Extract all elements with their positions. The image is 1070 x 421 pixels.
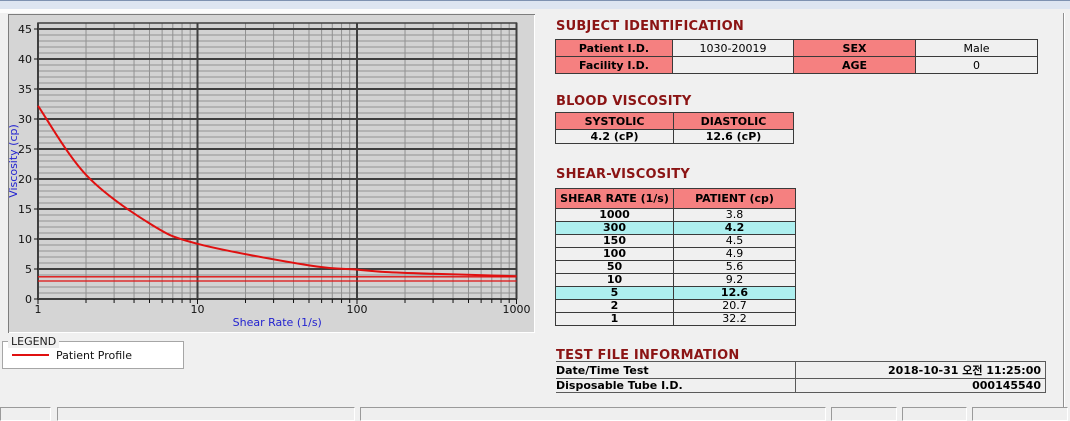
toolbar-strip [0, 9, 510, 13]
svg-text:30: 30 [18, 113, 32, 126]
shear-rate-cell: 100 [556, 248, 674, 261]
patient-value-cell: 5.6 [674, 261, 796, 274]
shear-rate-cell: 150 [556, 235, 674, 248]
status-panel-6 [972, 407, 1068, 421]
right-panel-divider [1063, 13, 1065, 407]
table-row: Facility I.D. AGE 0 [556, 57, 1038, 74]
svg-text:5: 5 [25, 263, 32, 276]
patient-value-cell: 4.2 [674, 222, 796, 235]
shear-viscosity-title: SHEAR-VISCOSITY [556, 167, 690, 182]
patient-value-cell: 9.2 [674, 274, 796, 287]
legend-title: LEGEND [8, 335, 59, 348]
svg-text:20: 20 [18, 173, 32, 186]
svg-text:1: 1 [35, 303, 42, 316]
systolic-header: SYSTOLIC [556, 113, 674, 130]
disposable-tube-id-label: Disposable Tube I.D. [556, 379, 796, 393]
subject-identification-table: Patient I.D. 1030-20019 SEX Male Facilit… [555, 39, 1038, 74]
shear-rate-cell: 1 [556, 313, 674, 326]
shear-row: 10003.8 [556, 209, 796, 222]
patient-value-cell: 4.9 [674, 248, 796, 261]
shear-row: 505.6 [556, 261, 796, 274]
svg-text:10: 10 [18, 233, 32, 246]
svg-text:Shear Rate (1/s): Shear Rate (1/s) [233, 316, 322, 329]
patient-value-cell: 12.6 [674, 287, 796, 300]
svg-text:40: 40 [18, 53, 32, 66]
shear-rate-header: SHEAR RATE (1/s) [556, 189, 674, 209]
status-panel-1 [0, 407, 51, 421]
shear-rate-cell: 300 [556, 222, 674, 235]
svg-text:100: 100 [347, 303, 368, 316]
patient-id-label: Patient I.D. [556, 40, 673, 57]
sex-value: Male [916, 40, 1038, 57]
disposable-tube-id-value: 000145540 [796, 379, 1046, 393]
shear-rate-cell: 50 [556, 261, 674, 274]
legend-groupbox: LEGEND Patient Profile [2, 341, 184, 369]
date-time-test-label: Date/Time Test [556, 362, 796, 379]
shear-rate-cell: 2 [556, 300, 674, 313]
status-panel-2 [57, 407, 355, 421]
svg-text:45: 45 [18, 23, 32, 36]
window-top-bar [0, 1, 1070, 9]
blood-viscosity-table: SYSTOLIC DIASTOLIC 4.2 (cP) 12.6 (cP) [555, 112, 794, 144]
svg-text:10: 10 [191, 303, 205, 316]
table-row: Date/Time Test 2018-10-31 오전 11:25:00 [556, 362, 1046, 379]
legend-entry-label: Patient Profile [56, 349, 132, 362]
table-header-row: SHEAR RATE (1/s) PATIENT (cp) [556, 189, 796, 209]
table-row: Disposable Tube I.D. 000145540 [556, 379, 1046, 393]
systolic-value: 4.2 (cP) [556, 130, 674, 144]
patient-cp-header: PATIENT (cp) [674, 189, 796, 209]
patient-profile-line-swatch [12, 354, 49, 356]
date-time-test-value: 2018-10-31 오전 11:25:00 [796, 362, 1046, 379]
patient-value-cell: 20.7 [674, 300, 796, 313]
facility-id-value [673, 57, 794, 74]
shear-rate-cell: 1000 [556, 209, 674, 222]
shear-row: 512.6 [556, 287, 796, 300]
svg-text:35: 35 [18, 83, 32, 96]
age-value: 0 [916, 57, 1038, 74]
svg-text:25: 25 [18, 143, 32, 156]
subject-identification-title: SUBJECT IDENTIFICATION [556, 19, 744, 34]
shear-row: 132.2 [556, 313, 796, 326]
shear-row: 220.7 [556, 300, 796, 313]
status-panel-3 [360, 407, 826, 421]
svg-text:15: 15 [18, 203, 32, 216]
patient-id-value: 1030-20019 [673, 40, 794, 57]
diastolic-header: DIASTOLIC [674, 113, 794, 130]
shear-viscosity-table: SHEAR RATE (1/s) PATIENT (cp) 10003.8 30… [555, 188, 796, 326]
svg-text:1000: 1000 [503, 303, 531, 316]
shear-rate-cell: 5 [556, 287, 674, 300]
table-row: 4.2 (cP) 12.6 (cP) [556, 130, 794, 144]
test-file-information-table: Date/Time Test 2018-10-31 오전 11:25:00 Di… [556, 361, 1046, 393]
viscosity-chart: 0 5 10 15 20 25 30 35 40 45 1 10 100 1000 Shear Rate (… [9, 15, 534, 332]
patient-value-cell: 3.8 [674, 209, 796, 222]
shear-row: 1504.5 [556, 235, 796, 248]
table-header-row: SYSTOLIC DIASTOLIC [556, 113, 794, 130]
blood-viscosity-title: BLOOD VISCOSITY [556, 94, 691, 109]
patient-value-cell: 32.2 [674, 313, 796, 326]
patient-value-cell: 4.5 [674, 235, 796, 248]
status-panel-5 [902, 407, 967, 421]
sex-label: SEX [794, 40, 916, 57]
shear-row: 1004.9 [556, 248, 796, 261]
svg-text:Viscosity (cp): Viscosity (cp) [9, 124, 20, 198]
shear-rate-cell: 10 [556, 274, 674, 287]
status-panel-4 [831, 407, 897, 421]
facility-id-label: Facility I.D. [556, 57, 673, 74]
age-label: AGE [794, 57, 916, 74]
shear-row: 3004.2 [556, 222, 796, 235]
svg-text:0: 0 [25, 293, 32, 306]
diastolic-value: 12.6 (cP) [674, 130, 794, 144]
viscosity-chart-panel: 0 5 10 15 20 25 30 35 40 45 1 10 100 1000 Shear Rate (… [8, 14, 535, 333]
table-row: Patient I.D. 1030-20019 SEX Male [556, 40, 1038, 57]
shear-row: 109.2 [556, 274, 796, 287]
